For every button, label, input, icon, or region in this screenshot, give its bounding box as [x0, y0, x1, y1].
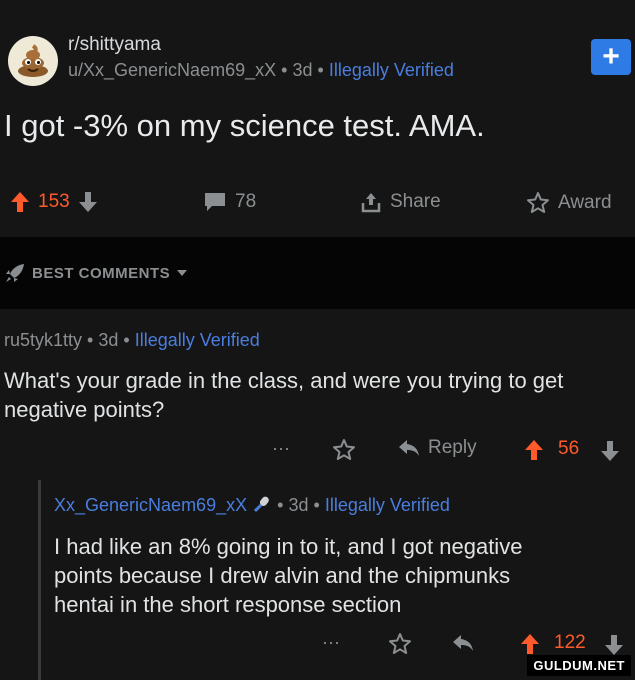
subreddit-avatar[interactable] [8, 36, 58, 86]
meta-separator: • [317, 60, 324, 80]
comment-body: What's your grade in the class, and were… [4, 368, 564, 422]
post-score: 153 [38, 191, 70, 212]
sort-selector[interactable]: BEST COMMENTS [4, 262, 188, 284]
more-options-button[interactable]: ··· [272, 438, 290, 459]
rocket-icon [6, 264, 24, 282]
vote-controls: 153 [10, 191, 98, 213]
plus-icon: + [602, 40, 620, 73]
more-options-button[interactable]: ··· [322, 632, 340, 653]
downvote-arrow-icon[interactable] [78, 191, 98, 213]
reply-arrow-icon [399, 440, 419, 456]
comment-age: 3d [98, 330, 119, 350]
downvote-arrow-icon[interactable] [604, 634, 624, 656]
user-flair: Illegally Verified [328, 60, 454, 80]
meta-separator: • [87, 330, 94, 350]
meta-separator: • [281, 60, 288, 80]
comment-meta: ru5tyk1tty • 3d • Illegally Verified [4, 330, 260, 351]
reply-arrow-icon[interactable] [452, 634, 474, 652]
award-icon[interactable] [332, 438, 356, 462]
comment-body: I had like an 8% going in to it, and I g… [54, 534, 523, 617]
share-button[interactable]: Share [360, 191, 441, 213]
comment-actions: ··· Reply 56 [262, 436, 632, 464]
user-flair: Illegally Verified [324, 495, 450, 515]
meta-separator: • [123, 330, 130, 350]
subreddit-name[interactable]: r/shittyama [68, 34, 161, 56]
comment-bubble-icon [205, 193, 225, 211]
comment-score: 122 [554, 632, 586, 653]
comment-author[interactable]: Xx_GenericNaem69_xX [54, 495, 247, 515]
comment-age: 3d [288, 495, 309, 515]
poop-icon [18, 44, 48, 77]
comment-author[interactable]: ru5tyk1tty [4, 330, 82, 350]
user-flair: Illegally Verified [134, 330, 260, 350]
post-title: I got -3% on my science test. AMA. [4, 108, 485, 143]
comment-meta: Xx_GenericNaem69_xX • 3d • Illegally Ver… [54, 495, 450, 516]
join-button[interactable]: + [591, 39, 631, 75]
comments-button[interactable]: 78 [203, 191, 256, 213]
meta-separator: • [313, 495, 320, 515]
microphone-icon [254, 496, 269, 513]
sort-label: BEST COMMENTS [32, 264, 171, 282]
downvote-arrow-icon[interactable] [600, 440, 620, 462]
site-watermark: GULDUM.NET [527, 655, 631, 676]
post-author[interactable]: u/Xx_GenericNaem69_xX [68, 60, 276, 80]
caret-down-icon [177, 270, 188, 276]
award-icon [527, 192, 549, 213]
upvote-arrow-icon[interactable] [520, 633, 540, 655]
post-age: 3d [292, 60, 313, 80]
post-meta: u/Xx_GenericNaem69_xX • 3d • Illegally V… [68, 60, 454, 81]
reply-button[interactable]: Reply [398, 437, 477, 459]
share-icon [361, 193, 381, 213]
thread-line[interactable] [38, 480, 41, 680]
meta-separator: • [277, 495, 284, 515]
award-icon[interactable] [388, 632, 412, 656]
share-label: Share [390, 191, 441, 212]
upvote-arrow-icon[interactable] [524, 439, 544, 461]
reply-label: Reply [428, 437, 477, 458]
comment-actions: ··· 122 [312, 630, 632, 658]
comment-count: 78 [235, 191, 257, 212]
award-label: Award [558, 192, 612, 213]
comment-score: 56 [558, 438, 580, 459]
upvote-arrow-icon[interactable] [10, 191, 30, 213]
award-button[interactable]: Award [526, 191, 612, 215]
